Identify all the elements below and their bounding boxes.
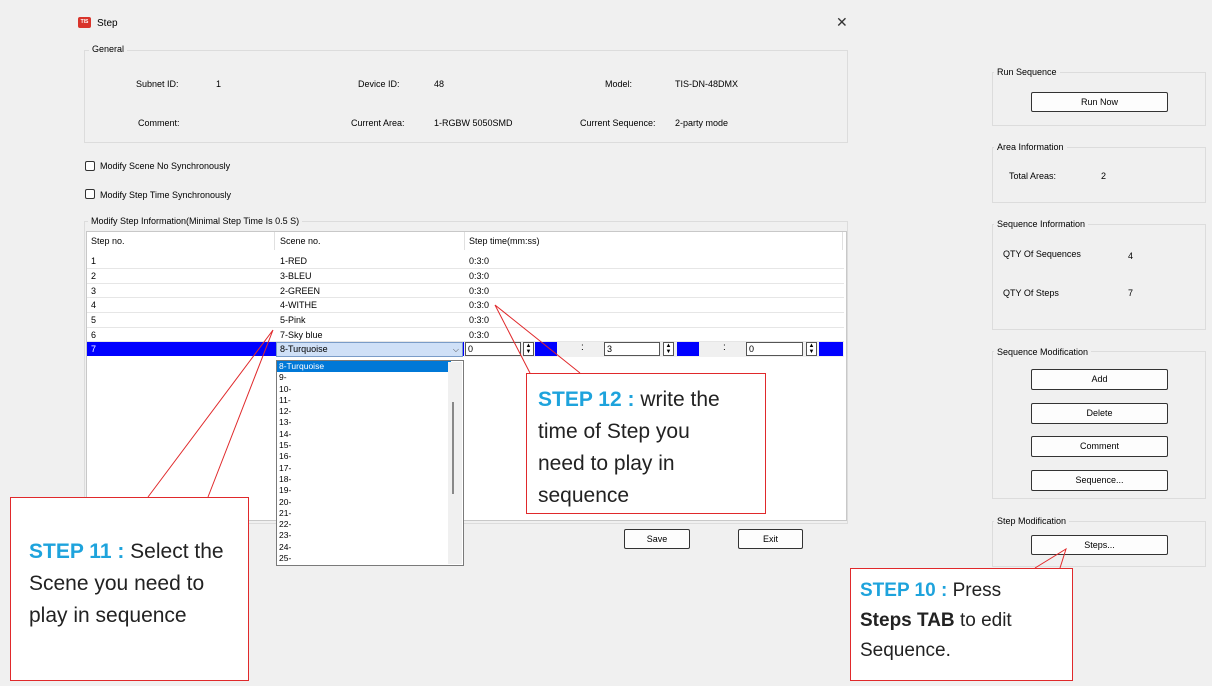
dropdown-option[interactable]: 22- xyxy=(277,519,463,530)
dropdown-option[interactable]: 12- xyxy=(277,406,463,417)
dropdown-option[interactable]: 13- xyxy=(277,417,463,428)
step11-keyword: STEP 11 : xyxy=(29,540,125,563)
dropdown-option[interactable]: 8-Turquoise xyxy=(277,361,451,373)
step12-text: time of Step you xyxy=(538,420,690,443)
step10-callout: STEP 10 : Press Steps TAB to edit Sequen… xyxy=(850,568,1073,681)
dropdown-option[interactable]: 25- xyxy=(277,553,463,564)
step10-pointer xyxy=(1034,547,1067,569)
step10-bold-text: Steps TAB xyxy=(860,610,955,631)
step11-pointer xyxy=(147,329,274,498)
dropdown-option[interactable]: 9- xyxy=(277,372,463,383)
dropdown-option[interactable]: 17- xyxy=(277,463,463,474)
step12-pointer xyxy=(494,304,581,374)
step10-text: to edit xyxy=(954,610,1012,631)
dropdown-option[interactable]: 14- xyxy=(277,429,463,440)
dropdown-option[interactable]: 23- xyxy=(277,530,463,541)
dropdown-option[interactable]: 10- xyxy=(277,384,463,395)
dropdown-scrollbar[interactable] xyxy=(448,362,462,564)
step12-text: need to play in xyxy=(538,452,675,475)
dropdown-option[interactable]: 11- xyxy=(277,395,463,406)
dropdown-option[interactable]: 18- xyxy=(277,474,463,485)
dropdown-option[interactable]: 19- xyxy=(277,485,463,496)
dropdown-option[interactable]: 21- xyxy=(277,508,463,519)
scene-dropdown-list[interactable]: 8-Turquoise 9- 10- 11- 12- 13- 14- 15- 1… xyxy=(276,360,464,566)
step10-text: Sequence. xyxy=(860,640,951,661)
step11-text: Select the xyxy=(124,540,224,563)
step12-keyword: STEP 12 : xyxy=(538,388,635,411)
step11-callout: STEP 11 : Select the Scene you need to p… xyxy=(10,497,249,681)
scrollbar-thumb[interactable] xyxy=(452,402,454,494)
step12-text: sequence xyxy=(538,484,630,507)
step12-callout: STEP 12 : write the time of Step you nee… xyxy=(526,373,766,514)
step10-text: Press xyxy=(947,580,1002,601)
step12-text: write the xyxy=(634,388,720,411)
step10-keyword: STEP 10 : xyxy=(860,580,948,601)
step11-text: Scene you need to xyxy=(29,572,205,595)
step11-text: play in sequence xyxy=(29,604,187,627)
dropdown-option[interactable]: 20- xyxy=(277,497,463,508)
dropdown-option[interactable]: 16- xyxy=(277,451,463,462)
dropdown-option[interactable]: 15- xyxy=(277,440,463,451)
dropdown-option[interactable]: 24- xyxy=(277,542,463,553)
